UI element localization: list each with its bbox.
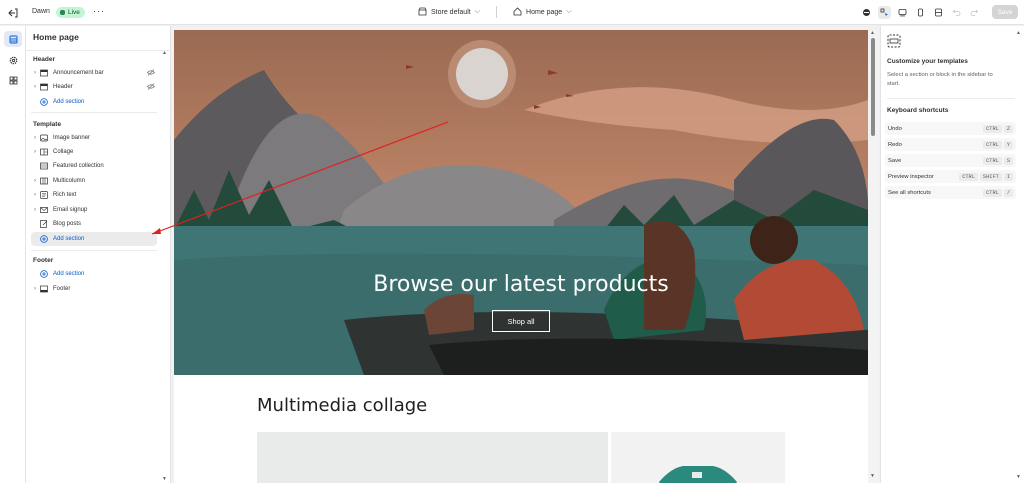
key-cap: Y xyxy=(1003,140,1013,149)
key-cap: / xyxy=(1003,188,1013,197)
key-cap: I xyxy=(1003,172,1013,181)
key-cap: CTRL xyxy=(983,124,1002,133)
customize-icon xyxy=(887,34,901,53)
scroll-up-arrow[interactable]: ▲ xyxy=(1016,30,1021,36)
key-cap: S xyxy=(1003,156,1013,165)
annotation-arrow xyxy=(151,121,449,235)
shortcut-label: Save xyxy=(888,157,902,164)
panel-title: Customize your templates xyxy=(887,58,968,65)
shortcut-row: Preview inspector CTRL SHIFT I xyxy=(885,170,1016,183)
shortcuts-heading: Keyboard shortcuts xyxy=(887,107,949,114)
shortcut-row[interactable]: See all shortcuts CTRL / xyxy=(885,186,1016,199)
key-cap: CTRL xyxy=(959,172,978,181)
inspector-panel: Customize your templates Select a sectio… xyxy=(880,26,1024,483)
shortcut-row: Save CTRL S xyxy=(885,154,1016,167)
key-cap: Z xyxy=(1003,124,1013,133)
key-cap: CTRL xyxy=(983,188,1002,197)
panel-description: Select a section or block in the sidebar… xyxy=(887,72,993,87)
divider xyxy=(887,98,1015,99)
shortcut-label: Undo xyxy=(888,125,902,132)
key-cap: CTRL xyxy=(983,156,1002,165)
scroll-down-arrow[interactable]: ▼ xyxy=(1016,474,1021,480)
shortcut-row: Undo CTRL Z xyxy=(885,122,1016,135)
shortcut-label: Preview inspector xyxy=(888,173,934,180)
shortcut-label: See all shortcuts xyxy=(888,189,931,196)
shortcut-row: Redo CTRL Y xyxy=(885,138,1016,151)
key-cap: CTRL xyxy=(983,140,1002,149)
shortcut-label: Redo xyxy=(888,141,902,148)
key-cap: SHIFT xyxy=(979,172,1002,181)
